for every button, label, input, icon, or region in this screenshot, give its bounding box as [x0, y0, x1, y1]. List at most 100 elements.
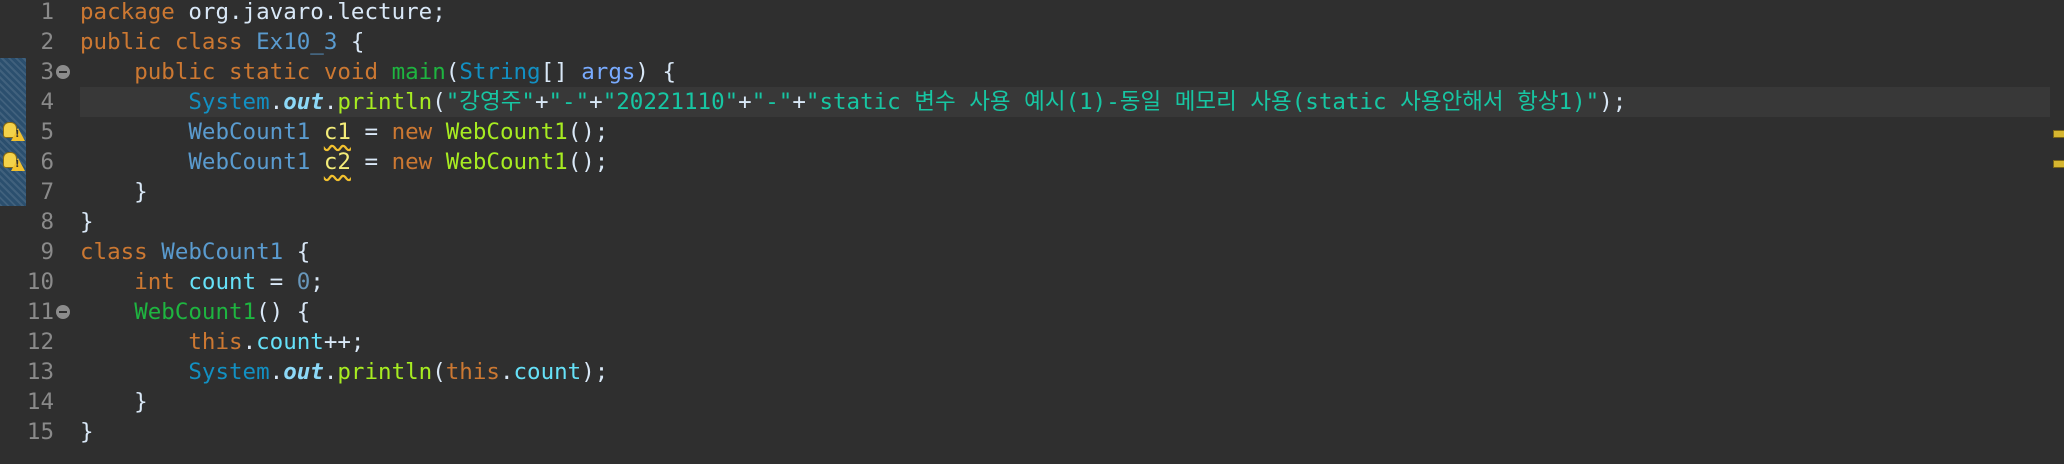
code-line-15[interactable]: 15}: [0, 417, 2064, 447]
code-text[interactable]: }: [80, 387, 148, 417]
line-number: 13: [26, 359, 54, 385]
line-number: 8: [40, 209, 54, 235]
code-line-5[interactable]: 5 WebCount1 c1 = new WebCount1();: [0, 117, 2064, 147]
token-str: "20221110": [602, 89, 739, 115]
code-text[interactable]: WebCount1 c2 = new WebCount1();: [80, 147, 608, 177]
token-plain: =: [256, 269, 297, 295]
line-number: 15: [26, 419, 54, 445]
token-plain: +: [589, 89, 603, 115]
code-line-6[interactable]: 6 WebCount1 c2 = new WebCount1();: [0, 147, 2064, 177]
code-text[interactable]: class WebCount1 {: [80, 237, 310, 267]
token-plain: (: [432, 89, 446, 115]
token-plain: =: [350, 119, 392, 145]
code-text[interactable]: }: [80, 207, 94, 237]
collapse-fold-icon[interactable]: [56, 305, 70, 319]
code-text[interactable]: System.out.println("강영주"+"-"+"20221110"+…: [80, 87, 1626, 117]
code-line-13[interactable]: 13 System.out.println(this.count);: [0, 357, 2064, 387]
token-str: "-": [548, 89, 590, 115]
token-plain: );: [1599, 89, 1627, 115]
token-method-call: WebCount1: [445, 119, 568, 145]
token-plain: .: [269, 89, 284, 115]
token-kw: public: [80, 29, 162, 55]
token-kw: class: [174, 29, 243, 55]
warning-marker-icon[interactable]: [2053, 130, 2064, 138]
token-plain: (: [432, 359, 446, 385]
warning-marker-icon[interactable]: [2053, 160, 2064, 168]
token-plain: .: [323, 89, 338, 115]
token-plain: );: [581, 359, 609, 385]
token-str: "강영주": [445, 89, 535, 115]
code-text[interactable]: package org.javaro.lecture;: [80, 0, 446, 27]
code-text[interactable]: WebCount1() {: [80, 297, 310, 327]
token-static-field: out: [283, 89, 324, 115]
code-line-4[interactable]: 4 System.out.println("강영주"+"-"+"20221110…: [0, 87, 2064, 117]
token-plain: ();: [567, 149, 609, 175]
line-number: 9: [40, 239, 54, 265]
token-plain: .: [269, 359, 284, 385]
token-plain: ();: [567, 119, 609, 145]
code-line-11[interactable]: 11 WebCount1() {: [0, 297, 2064, 327]
token-plain: .: [499, 359, 514, 385]
code-text[interactable]: WebCount1 c1 = new WebCount1();: [80, 117, 608, 147]
code-line-12[interactable]: 12 this.count++;: [0, 327, 2064, 357]
code-line-7[interactable]: 7 }: [0, 177, 2064, 207]
token-plain: {: [283, 239, 311, 265]
token-method-call: WebCount1: [445, 149, 568, 175]
line-number: 14: [26, 389, 54, 415]
token-cls: WebCount1: [161, 239, 284, 265]
code-line-8[interactable]: 8}: [0, 207, 2064, 237]
code-text[interactable]: this.count++;: [80, 327, 364, 357]
token-kw: void: [323, 59, 379, 85]
token-method-decl: WebCount1: [134, 299, 257, 325]
collapse-fold-icon[interactable]: [56, 65, 70, 79]
code-editor[interactable]: 1 package org.javaro.lecture; 2 public clas…: [0, 0, 2064, 464]
token-localvar: c1: [323, 119, 351, 145]
token-str: "static 변수 사용 예시(1)-동일 메모리 사용(static 사용안…: [805, 89, 1600, 115]
code-text[interactable]: }: [80, 177, 148, 207]
line-number: 5: [40, 119, 54, 145]
overview-ruler[interactable]: [2050, 0, 2064, 464]
line-number: 12: [26, 329, 54, 355]
token-plain: ++;: [323, 329, 365, 355]
code-line-9[interactable]: 9 class WebCount1 {: [0, 237, 2064, 267]
code-text[interactable]: public static void main(String[] args) {: [80, 57, 676, 87]
token-plain: =: [350, 149, 392, 175]
token-plain: () {: [256, 299, 311, 325]
token-plain: org.javaro.lecture;: [174, 0, 446, 25]
code-text[interactable]: System.out.println(this.count);: [80, 357, 608, 387]
code-line-2[interactable]: 2 public class Ex10_3 {: [0, 27, 2064, 57]
token-field: count: [188, 269, 257, 295]
code-text[interactable]: }: [80, 417, 94, 447]
code-text[interactable]: public class Ex10_3 {: [80, 27, 364, 57]
token-kw: package: [80, 0, 175, 25]
token-field: count: [513, 359, 582, 385]
token-cls: Ex10_3: [256, 29, 338, 55]
token-plain: ;: [310, 269, 324, 295]
token-plain: []: [540, 59, 582, 85]
code-text[interactable]: int count = 0;: [80, 267, 324, 297]
token-field: count: [256, 329, 324, 355]
line-number: 4: [40, 89, 54, 115]
line-number: 1: [40, 0, 54, 25]
code-line-10[interactable]: 10 int count = 0;: [0, 267, 2064, 297]
code-line-1[interactable]: 1 package org.javaro.lecture;: [0, 0, 2064, 27]
token-plain: .: [242, 329, 257, 355]
token-type: System: [188, 359, 270, 385]
token-plain: +: [738, 89, 752, 115]
token-type: System: [188, 89, 270, 115]
token-plain: }: [80, 209, 94, 235]
token-kw: new: [391, 149, 433, 175]
token-cls: WebCount1: [188, 119, 311, 145]
token-plain: ) {: [635, 59, 677, 85]
code-line-14[interactable]: 14 }: [0, 387, 2064, 417]
code-line-3[interactable]: 3 public static void main(String[] args)…: [0, 57, 2064, 87]
